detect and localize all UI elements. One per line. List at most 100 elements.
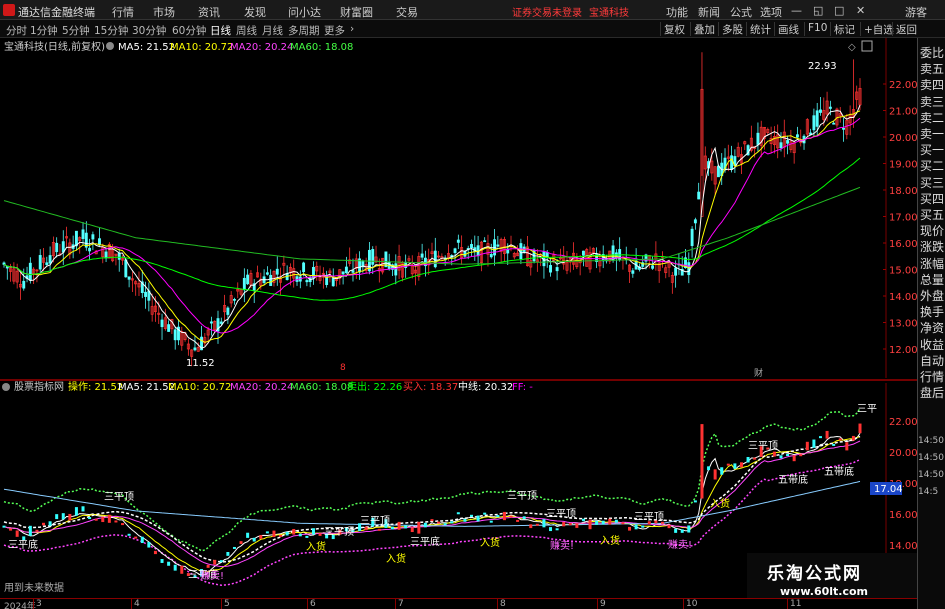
maximize-button[interactable]: □ [834,4,844,17]
menu-quotes[interactable]: 行情 [112,4,134,20]
date-label: 5 [224,599,230,609]
sub-bar [470,514,474,517]
menu-headlines[interactable]: 新闻 [698,4,720,20]
signal-label: 赚卖! [550,539,574,552]
main-chart-header: 宝通科技(日线,前复权) MA5: 21.52 MA10: 20.72 MA20… [4,40,873,53]
sub-bar [232,546,236,549]
sub-bar [153,550,157,555]
tool-multi-stock[interactable]: 多股 [718,22,743,36]
login-notice[interactable]: 证券交易未登录 [512,4,582,19]
candle-body [697,191,701,200]
candle-body [341,271,345,275]
menu-news[interactable]: 资讯 [198,4,220,20]
ma-lines [3,104,861,349]
period-15min[interactable]: 15分钟 [94,23,128,38]
panel-label: 卖三 [920,94,945,109]
date-label: 8 [500,599,506,609]
tool-overlay[interactable]: 叠加 [690,22,715,36]
restore-button[interactable]: ◱ [813,4,823,17]
sub-bar [851,435,855,441]
sub-bar [107,514,111,523]
panel-label: 外盘 [920,289,945,303]
menu-formula[interactable]: 公式 [730,4,752,20]
minimize-button[interactable]: — [791,4,802,17]
menu-ask[interactable]: 问小达 [288,4,321,20]
period-multi[interactable]: 多周期 [288,23,320,38]
candle-body [631,270,635,274]
sub-bar [450,521,454,524]
period-1min[interactable]: 1分钟 [30,23,58,38]
settings-icon[interactable] [106,42,114,50]
candle-body [549,265,552,273]
sub-bar [516,519,520,522]
sub-bar [259,535,263,539]
candle-body [265,272,269,275]
sub-bar [68,513,72,521]
date-label: 7 [398,599,404,609]
panel-time: 14:50 [918,436,944,446]
date-label: 10 [686,599,698,609]
menu-market[interactable]: 市场 [153,4,175,20]
sub-bar [430,519,434,522]
chevron-right-icon[interactable]: › [350,23,354,35]
sub-ma60: MA60: 18.08 [290,382,353,393]
sub-bar [88,517,92,520]
sub-bar [799,454,803,457]
candle-body [302,262,306,273]
menu-options[interactable]: 选项 [760,4,782,20]
sub-bar [542,519,546,528]
menu-discover[interactable]: 发现 [244,4,266,20]
tool-restore-rights[interactable]: 复权 [660,22,685,36]
diamond-icon[interactable]: ◇ [848,42,856,53]
guest-label[interactable]: 游客 [905,4,927,20]
tool-back[interactable]: 返回 [892,22,917,36]
sub-bar [825,430,829,439]
period-5min[interactable]: 5分钟 [62,23,90,38]
candle-body [173,329,177,341]
panel-label: 净资 [920,321,945,336]
candle-body [160,319,164,328]
sub-ma10: MA10: 20.72 [168,382,231,393]
menu-function[interactable]: 功能 [666,4,688,20]
price-tick: 17.00 [889,213,917,224]
sub-ma20: MA20: 20.24 [230,382,293,393]
candle-body [233,298,236,301]
tool-f10[interactable]: F10 [804,22,827,36]
candlesticks [2,52,862,367]
period-30min[interactable]: 30分钟 [132,23,166,38]
menu-wealth[interactable]: 财富圈 [340,4,373,20]
candle-body [819,109,822,113]
candle-body [756,132,760,145]
period-more[interactable]: 更多 [324,23,345,38]
candle-body [144,291,148,297]
tool-statistics[interactable]: 统计 [746,22,771,36]
tool-add-favorite[interactable]: +自选 [860,22,894,36]
panel-label: 委比 [920,46,945,60]
close-button[interactable]: ✕ [856,4,865,17]
period-weekly[interactable]: 周线 [236,23,257,38]
sub-bar [529,524,533,529]
sub-bar [779,455,783,459]
chart-canvas[interactable]: 宝通科技(日线,前复权) MA5: 21.52 MA10: 20.72 MA20… [0,38,917,598]
tool-draw[interactable]: 画线 [774,22,799,36]
sub-bar [390,526,394,530]
sub-bar [502,511,506,521]
sub-price-tick: 20.00 [889,448,917,459]
sub-settings-icon[interactable] [2,383,10,391]
candle-body [193,347,197,351]
panel-time: 14:50 [918,470,944,480]
panel-toggle-icon[interactable] [861,40,873,52]
candle-body [81,229,85,239]
period-60min[interactable]: 60分钟 [172,23,206,38]
sub-bar [674,528,678,533]
menu-trade[interactable]: 交易 [396,4,418,20]
panel-label: 卖一 [920,127,945,141]
sub-bar [377,528,381,531]
candle-body [555,267,559,272]
period-daily[interactable]: 日线 [210,23,231,38]
period-monthly[interactable]: 月线 [262,23,283,38]
period-intraday[interactable]: 分时 [6,23,27,38]
tool-mark[interactable]: 标记 [830,22,855,36]
sub-bar [42,522,46,526]
panel-label: 换手 [920,305,945,320]
